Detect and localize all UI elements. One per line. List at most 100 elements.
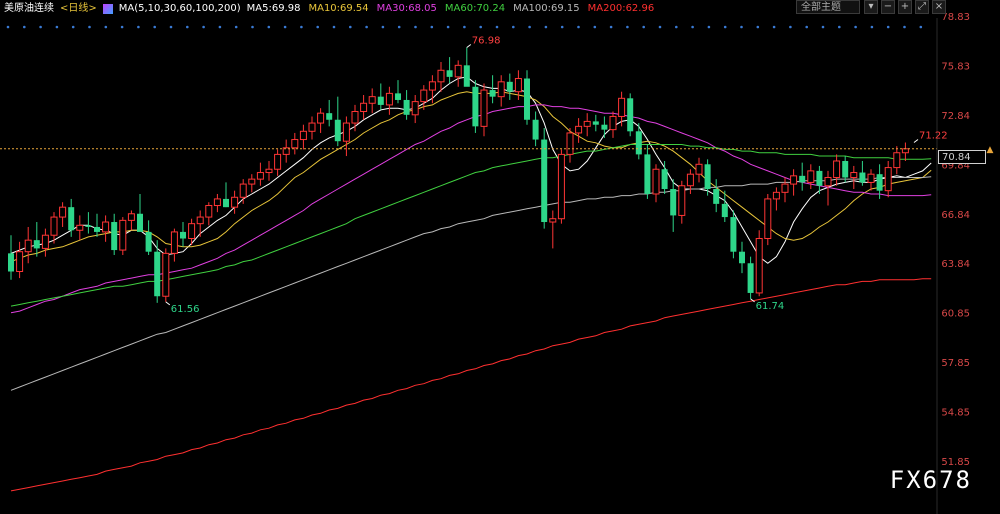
moving-average-lines xyxy=(10,76,932,492)
event-dot xyxy=(805,25,808,29)
candle xyxy=(842,156,849,183)
ma-values: MA5:69.98 MA10:69.54 MA30:68.05 MA60:70.24 M… xyxy=(247,2,655,16)
event-dot xyxy=(71,25,75,29)
candle xyxy=(867,169,875,191)
event-dot xyxy=(707,25,711,29)
minus-icon[interactable]: − xyxy=(881,0,895,14)
candle xyxy=(893,146,901,175)
event-dot xyxy=(789,25,792,29)
event-dot xyxy=(772,25,776,29)
candle-body-up xyxy=(420,89,428,103)
candle-body-down xyxy=(661,169,668,190)
annotation-label: 71.22 xyxy=(919,131,948,142)
candle xyxy=(291,132,299,155)
candle-body-up xyxy=(618,97,626,117)
event-dot xyxy=(577,25,580,29)
annotation-label: 61.56 xyxy=(171,304,200,315)
candle xyxy=(213,193,221,213)
candle-body-up xyxy=(188,223,196,240)
candle-body-down xyxy=(137,213,143,232)
candle-body-up xyxy=(428,81,436,91)
current-price-tag: 70.84 xyxy=(938,150,986,164)
candle xyxy=(807,164,815,190)
candle-body-down xyxy=(721,203,728,218)
ma-value-3: MA60:70.24 xyxy=(444,3,506,14)
candle-body-up xyxy=(76,224,84,231)
event-dot xyxy=(838,25,841,29)
candle xyxy=(76,215,84,241)
candle-body-down xyxy=(223,198,229,208)
candle-body-down xyxy=(8,253,14,272)
candle-body-up xyxy=(50,216,58,236)
candle-body-down xyxy=(326,113,333,120)
extreme-annotations: 76.98 61.56 61.74 71.22 xyxy=(165,36,948,315)
candle xyxy=(299,124,307,150)
candle xyxy=(652,164,660,203)
candle xyxy=(342,116,350,157)
event-dot xyxy=(903,25,906,29)
candle-body-up xyxy=(514,78,522,93)
candle-body-up xyxy=(901,148,909,154)
candle xyxy=(180,222,186,247)
price-chart[interactable]: 78.8375.8372.8469.8466.8463.8460.8557.85… xyxy=(0,0,1000,514)
candle xyxy=(368,88,376,114)
event-dot xyxy=(218,25,222,29)
event-dot xyxy=(300,25,303,29)
candle-body-down xyxy=(377,96,384,105)
candle xyxy=(162,248,170,302)
candle-body-down xyxy=(395,93,401,100)
fullscreen-icon[interactable]: ⤢ xyxy=(915,0,929,14)
candle-body-down xyxy=(670,189,677,216)
candle-body-up xyxy=(772,191,780,200)
candle xyxy=(532,111,539,147)
event-dot xyxy=(55,25,59,29)
candle-body-down xyxy=(472,86,479,127)
event-dot xyxy=(267,25,271,29)
candle-body-up xyxy=(127,213,135,221)
event-dot xyxy=(283,25,287,29)
period-label[interactable]: <日线> xyxy=(60,2,97,16)
candle-body-up xyxy=(652,168,660,195)
candle xyxy=(446,57,453,84)
candle xyxy=(59,202,67,227)
candle-body-up xyxy=(24,239,32,253)
event-dot xyxy=(169,25,173,29)
ma-params[interactable]: MA(5,10,30,60,100,200) xyxy=(119,2,241,16)
candle-body-down xyxy=(704,164,711,190)
candle xyxy=(377,83,384,110)
candle xyxy=(94,213,100,237)
candle-body-down xyxy=(403,99,410,115)
candle xyxy=(102,215,110,242)
candle xyxy=(506,73,513,100)
candle xyxy=(635,123,642,160)
plus-icon[interactable]: + xyxy=(898,0,912,14)
candle xyxy=(85,212,92,234)
chevron-down-icon[interactable]: ▾ xyxy=(864,0,878,14)
candle-body-down xyxy=(627,98,634,132)
theme-select[interactable]: 全部主题 xyxy=(796,0,860,14)
candle-body-up xyxy=(265,168,273,174)
candle-body-up xyxy=(213,198,221,207)
candle xyxy=(833,154,841,186)
candle xyxy=(739,241,745,274)
event-dot xyxy=(446,25,450,29)
candle xyxy=(16,241,24,279)
candle-body-down xyxy=(94,226,100,232)
event-dot xyxy=(886,25,890,29)
event-dot xyxy=(332,25,336,29)
event-dot xyxy=(675,25,678,29)
y-tick-label: 66.84 xyxy=(941,210,970,221)
candle-body-up xyxy=(119,219,127,251)
candle xyxy=(170,228,178,262)
candle-body-up xyxy=(368,96,376,104)
event-dot xyxy=(691,25,694,29)
candle-body-down xyxy=(747,263,754,293)
candle xyxy=(781,177,789,203)
ma-indicator-icon xyxy=(102,4,113,14)
event-dot xyxy=(430,25,434,29)
candle xyxy=(772,187,780,211)
close-icon[interactable]: × xyxy=(932,0,946,14)
candle-body-up xyxy=(41,234,49,249)
candle xyxy=(480,83,488,137)
candle-body-down xyxy=(506,81,513,92)
